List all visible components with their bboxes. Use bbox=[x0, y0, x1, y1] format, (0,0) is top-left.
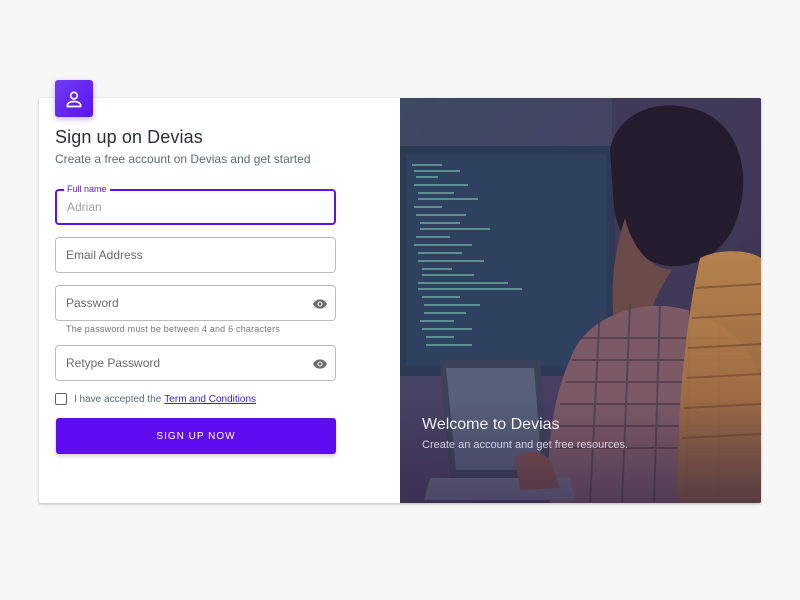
full-name-field[interactable]: Full name bbox=[55, 184, 336, 225]
retype-password-field[interactable] bbox=[55, 345, 336, 381]
person-icon bbox=[66, 91, 82, 107]
hero-panel: Welcome to Devias Create an account and … bbox=[400, 98, 761, 503]
password-input[interactable] bbox=[66, 286, 306, 320]
page-title: Sign up on Devias bbox=[55, 127, 203, 147]
terms-text: I have accepted the bbox=[74, 393, 162, 405]
eye-icon bbox=[313, 299, 327, 309]
email-input[interactable] bbox=[66, 238, 306, 272]
terms-checkbox[interactable] bbox=[55, 393, 67, 405]
sign-up-button[interactable]: SIGN UP NOW bbox=[56, 418, 336, 454]
email-field[interactable] bbox=[55, 237, 336, 273]
hero-subtitle: Create an account and get free resources… bbox=[422, 439, 629, 451]
terms-row: I have accepted the Term and Conditions bbox=[55, 392, 256, 406]
hero-title: Welcome to Devias bbox=[422, 416, 560, 433]
page-subtitle: Create a free account on Devias and get … bbox=[55, 152, 311, 166]
full-name-input[interactable] bbox=[67, 191, 307, 223]
retype-password-input[interactable] bbox=[66, 346, 306, 380]
terms-link[interactable]: Term and Conditions bbox=[164, 394, 256, 405]
retype-password-visibility-toggle[interactable] bbox=[311, 355, 329, 373]
password-visibility-toggle[interactable] bbox=[311, 295, 329, 313]
password-field[interactable] bbox=[55, 285, 336, 321]
eye-icon bbox=[313, 359, 327, 369]
avatar-badge bbox=[55, 80, 93, 117]
password-helper-text: The password must be between 4 and 6 cha… bbox=[66, 324, 281, 334]
